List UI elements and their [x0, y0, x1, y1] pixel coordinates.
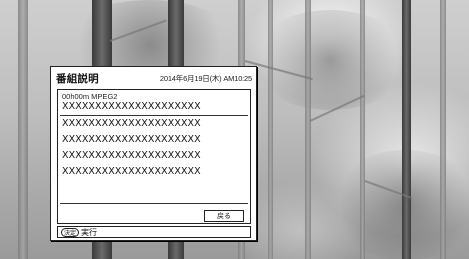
foliage: [250, 10, 410, 110]
tree-trunk: [402, 0, 411, 259]
dialog-header: 番組説明 2014年6月19日(木) AM10:25: [56, 71, 252, 85]
tree-trunk: [305, 0, 311, 259]
description-line: XXXXXXXXXXXXXXXXXXXXX: [62, 101, 201, 112]
dialog-title: 番組説明: [56, 72, 99, 85]
description-panel: 00h00m MPEG2 XXXXXXXXXXXXXXXXXXXXX XXXXX…: [57, 89, 251, 224]
enter-key-icon: 決定: [61, 227, 80, 237]
tree-trunk: [440, 0, 446, 259]
tree-trunk: [268, 0, 273, 259]
divider: [60, 203, 248, 204]
current-datetime: 2014年6月19日(木) AM10:25: [159, 73, 252, 83]
divider: [60, 115, 248, 116]
execute-label: 実行: [81, 227, 98, 237]
program-info-dialog: 番組説明 2014年6月19日(木) AM10:25 00h00m MPEG2 …: [50, 66, 257, 241]
back-button[interactable]: 戻る: [204, 210, 244, 222]
dialog-footer: 決定 実行: [57, 226, 251, 238]
program-duration-format: 00h00m MPEG2: [62, 92, 118, 101]
description-line: XXXXXXXXXXXXXXXXXXXXX: [62, 118, 201, 129]
foliage: [330, 150, 469, 259]
tree-trunk: [360, 0, 365, 259]
tree-trunk: [18, 0, 28, 259]
description-line: XXXXXXXXXXXXXXXXXXXXX: [62, 166, 201, 177]
description-line: XXXXXXXXXXXXXXXXXXXXX: [62, 134, 201, 145]
description-line: XXXXXXXXXXXXXXXXXXXXX: [62, 150, 201, 161]
